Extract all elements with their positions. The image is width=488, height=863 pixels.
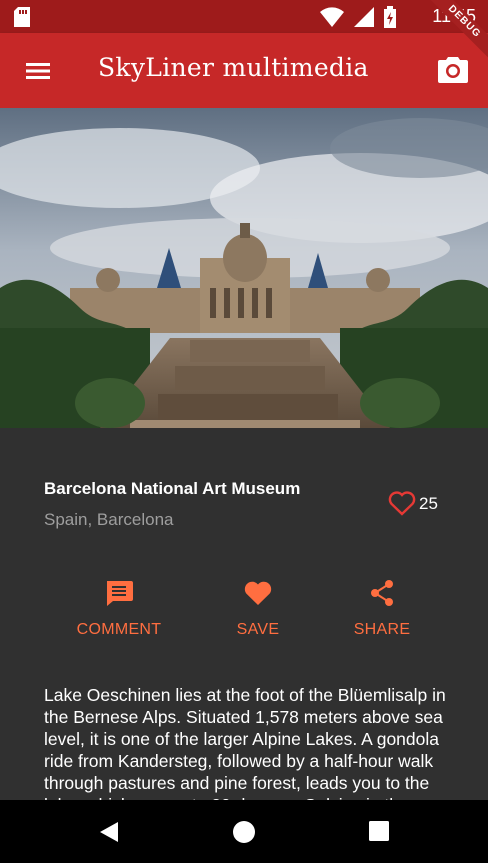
share-label: SHARE xyxy=(353,621,411,638)
place-details: Barcelona National Art Museum Spain, Bar… xyxy=(0,428,488,800)
save-button[interactable]: SAVE xyxy=(198,578,318,639)
place-description: Lake Oeschinen lies at the foot of the B… xyxy=(44,685,446,800)
like-count: 25 xyxy=(419,494,438,513)
comment-button[interactable]: COMMENT xyxy=(59,578,179,639)
comment-label: COMMENT xyxy=(76,621,162,638)
heart-icon xyxy=(244,581,272,605)
comment-icon xyxy=(107,581,133,606)
place-title: Barcelona National Art Museum xyxy=(44,479,301,498)
back-icon[interactable] xyxy=(98,820,120,844)
battery-charging-icon xyxy=(384,6,396,28)
action-bar: COMMENT SAVE SHARE xyxy=(0,578,488,648)
sd-card-icon xyxy=(14,7,30,27)
share-icon xyxy=(371,580,393,606)
save-label: SAVE xyxy=(236,621,280,638)
place-location: Spain, Barcelona xyxy=(44,510,174,529)
home-icon[interactable] xyxy=(232,820,256,844)
signal-icon xyxy=(354,7,374,27)
app-bar: SkyLiner multimedia xyxy=(0,33,488,108)
menu-icon[interactable] xyxy=(24,57,52,85)
system-nav-bar xyxy=(0,800,488,863)
favorite-outline-icon[interactable] xyxy=(388,490,416,516)
app-title: SkyLiner multimedia xyxy=(98,53,369,82)
status-bar: 11:45 xyxy=(0,0,488,33)
share-button[interactable]: SHARE xyxy=(322,578,442,639)
place-photo xyxy=(0,108,488,428)
debug-banner: DEBUG xyxy=(428,0,488,60)
recents-icon[interactable] xyxy=(368,820,390,842)
debug-banner-corner: DEBUG xyxy=(428,0,488,60)
wifi-icon xyxy=(320,7,344,27)
